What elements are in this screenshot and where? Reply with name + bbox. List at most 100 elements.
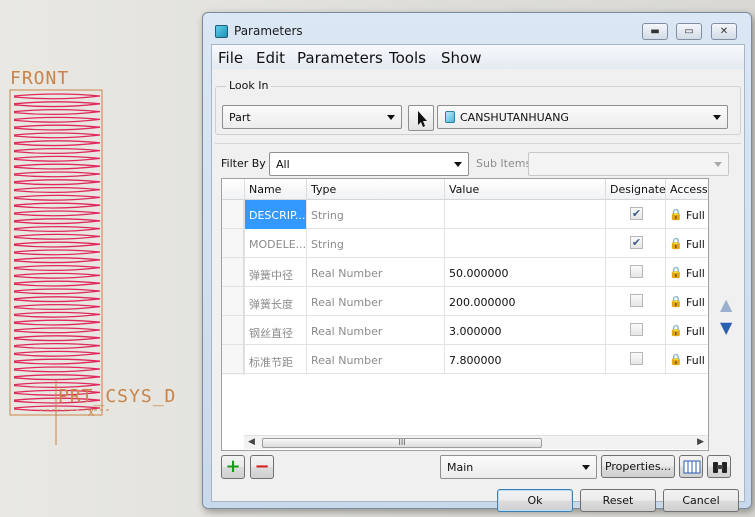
designate-checkbox[interactable] (630, 294, 643, 307)
menu-file[interactable]: File (218, 49, 243, 67)
reset-button[interactable]: Reset (580, 489, 656, 512)
menu-bar: File Edit Parameters Tools Show (212, 45, 744, 69)
spring-coil (13, 335, 101, 342)
designate-checkbox[interactable] (630, 352, 643, 365)
scroll-left-icon[interactable]: ◀ (248, 437, 255, 447)
menu-parameters[interactable]: Parameters (297, 49, 383, 67)
move-up-icon[interactable]: ▲ (720, 295, 732, 314)
cell-designate (606, 258, 666, 287)
cell-access[interactable]: 🔒 Full (666, 258, 710, 287)
cell-name[interactable]: DESCRIP... (245, 200, 307, 229)
cell-value[interactable]: 3.000000 (445, 316, 606, 345)
scrollbar-thumb[interactable]: III (262, 438, 542, 448)
cell-name[interactable]: MODELE... (245, 229, 307, 258)
filter-dropdown[interactable]: All (269, 152, 469, 176)
table-row[interactable]: 弹簧中径 Real Number 50.000000 🔒 Full (222, 258, 708, 287)
cell-type[interactable]: Real Number (307, 287, 445, 316)
cell-name[interactable]: 弹簧长度 (245, 287, 307, 316)
close-button[interactable]: ✕ (711, 23, 737, 40)
ok-button[interactable]: Ok (497, 489, 573, 512)
minimize-button[interactable]: ▬ (642, 23, 668, 40)
header-name[interactable]: Name (245, 179, 307, 200)
spring-coil (13, 366, 101, 373)
model-value: CANSHUTANHUANG (460, 111, 569, 124)
designate-checkbox[interactable] (630, 265, 643, 278)
designate-checkbox[interactable]: ✔ (630, 207, 643, 220)
cell-value[interactable]: 7.800000 (445, 345, 606, 374)
cell-name[interactable]: 钢丝直径 (245, 316, 307, 345)
access-value: Full (686, 296, 705, 309)
cell-access[interactable]: 🔒 Full (666, 200, 710, 229)
cell-type[interactable]: Real Number (307, 258, 445, 287)
spring-coil (13, 93, 101, 100)
header-designate[interactable]: Designate (606, 179, 666, 200)
model-dropdown[interactable]: CANSHUTANHUANG (437, 105, 728, 129)
table-row[interactable]: 钢丝直径 Real Number 3.000000 🔒 Full (222, 316, 708, 345)
maximize-button[interactable]: ▭ (676, 23, 702, 40)
row-header-cell[interactable] (222, 316, 245, 345)
header-access[interactable]: Access (666, 179, 710, 200)
designate-checkbox[interactable] (630, 323, 643, 336)
table-row[interactable]: 弹簧长度 Real Number 200.000000 🔒 Full (222, 287, 708, 316)
row-header-cell[interactable] (222, 229, 245, 258)
cancel-button[interactable]: Cancel (663, 489, 739, 512)
cell-type[interactable]: Real Number (307, 345, 445, 374)
scroll-right-icon[interactable]: ▶ (697, 437, 704, 447)
cell-value[interactable] (445, 229, 606, 258)
cell-type[interactable]: String (307, 229, 445, 258)
row-header-cell[interactable] (222, 258, 245, 287)
header-type[interactable]: Type (307, 179, 445, 200)
select-model-button[interactable] (408, 105, 434, 131)
add-parameter-button[interactable]: + (221, 455, 245, 479)
cell-access[interactable]: 🔒 Full (666, 287, 710, 316)
cell-type[interactable]: String (307, 200, 445, 229)
spring-coil (13, 342, 101, 350)
chevron-down-icon (713, 115, 721, 120)
row-header-cell[interactable] (222, 200, 245, 229)
cell-value[interactable] (445, 200, 606, 229)
spring-coil (13, 124, 101, 131)
part-icon (445, 111, 455, 123)
cell-access[interactable]: 🔒 Full (666, 345, 710, 374)
menu-edit[interactable]: Edit (256, 49, 285, 67)
spring-coil (13, 257, 101, 264)
table-row[interactable]: MODELE... String ✔ 🔒 Full (222, 229, 708, 258)
row-header-cell[interactable] (222, 287, 245, 316)
table-row[interactable]: 标准节距 Real Number 7.800000 🔒 Full (222, 345, 708, 374)
cad-viewport[interactable]: FRONT PRT_CSYS_D X (0, 0, 210, 517)
cell-value[interactable]: 50.000000 (445, 258, 606, 287)
spring-coil (13, 155, 101, 162)
front-plane-label: FRONT (10, 68, 70, 89)
menu-show[interactable]: Show (441, 49, 481, 67)
row-header-cell[interactable] (222, 345, 245, 374)
filter-by-label: Filter By (221, 157, 266, 170)
spring-coil (13, 374, 101, 381)
spring-coil (13, 319, 101, 326)
title-bar[interactable]: Parameters ▬ ▭ ✕ (203, 13, 751, 43)
cell-name[interactable]: 弹簧中径 (245, 258, 307, 287)
spring-coil (13, 202, 101, 209)
main-dropdown[interactable]: Main (440, 455, 597, 479)
remove-parameter-button[interactable]: − (250, 455, 274, 479)
cell-designate: ✔ (606, 200, 666, 229)
table-row[interactable]: DESCRIP... String ✔ 🔒 Full (222, 200, 708, 229)
menu-tools[interactable]: Tools (389, 49, 426, 67)
cell-access[interactable]: 🔒 Full (666, 316, 710, 345)
move-down-icon[interactable]: ▼ (720, 318, 732, 337)
find-button[interactable] (707, 455, 731, 478)
properties-button[interactable]: Properties... (601, 455, 675, 478)
spring-coil (13, 210, 101, 217)
sub-items-dropdown[interactable] (528, 152, 729, 176)
access-value: Full (686, 267, 705, 280)
table-view-button[interactable] (679, 455, 703, 478)
horizontal-scrollbar[interactable]: ◀ III ▶ (244, 435, 708, 449)
cell-name[interactable]: 标准节距 (245, 345, 307, 374)
cell-access[interactable]: 🔒 Full (666, 229, 710, 258)
cell-value[interactable]: 200.000000 (445, 287, 606, 316)
cell-type[interactable]: Real Number (307, 316, 445, 345)
csys-label: PRT_CSYS_D (58, 386, 177, 407)
scope-dropdown[interactable]: Part (222, 105, 402, 129)
chevron-down-icon (582, 465, 590, 470)
designate-checkbox[interactable]: ✔ (630, 236, 643, 249)
header-value[interactable]: Value (445, 179, 606, 200)
